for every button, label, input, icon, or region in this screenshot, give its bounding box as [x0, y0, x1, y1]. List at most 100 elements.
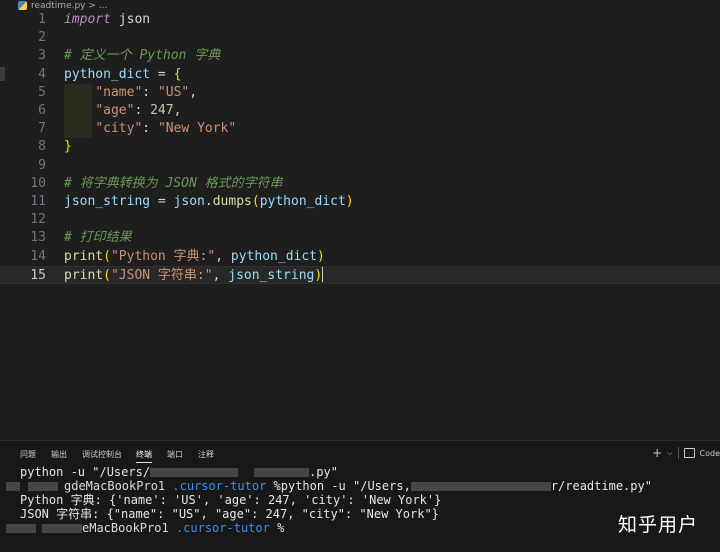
- code-text[interactable]: print("JSON 字符串:", json_string): [64, 266, 324, 285]
- tab-debug-console[interactable]: 调试控制台: [82, 449, 122, 460]
- code-text[interactable]: }: [64, 138, 72, 156]
- code-token: json: [173, 194, 205, 209]
- code-line[interactable]: 10 # 将字典转换为 JSON 格式的字符串: [0, 175, 720, 193]
- code-token: "New York": [157, 121, 237, 137]
- panel-actions: + ⌵ Code: [652, 446, 720, 460]
- text-cursor: [322, 266, 324, 282]
- tab-ports[interactable]: 端口: [167, 449, 183, 460]
- code-token: "JSON 字符串:": [110, 267, 213, 283]
- code-token: =: [150, 66, 174, 82]
- code-line[interactable]: 2: [0, 29, 720, 47]
- code-line[interactable]: 14 print("Python 字典:", python_dict): [0, 248, 720, 266]
- redacted-user: [42, 524, 82, 533]
- code-token: :: [142, 84, 158, 100]
- code-token: python_dict: [230, 248, 317, 264]
- tab-output[interactable]: 输出: [51, 449, 67, 460]
- code-token: # 将字典转换为 JSON 格式的字符串: [64, 175, 283, 191]
- code-token: # 打印结果: [64, 230, 132, 246]
- code-token: 247: [150, 103, 174, 118]
- code-text[interactable]: "age": 247,: [64, 102, 181, 120]
- code-text[interactable]: print("Python 字典:", python_dict): [64, 248, 325, 266]
- line-number: 12: [30, 212, 46, 228]
- code-token: dumps: [212, 194, 252, 209]
- line-number: 9: [38, 157, 46, 173]
- panel-tabs: 问题 输出 调试控制台 终端 端口 注释: [0, 441, 720, 465]
- breadcrumb-text[interactable]: readtime.py > ...: [31, 1, 107, 11]
- code-line[interactable]: 3 # 定义一个 Python 字典: [0, 47, 720, 65]
- line-number: 6: [38, 103, 46, 118]
- code-token: json: [110, 12, 151, 27]
- code-token: }: [64, 139, 72, 155]
- terminal-text: python -u "/Users/: [20, 465, 151, 479]
- redacted-path: [410, 482, 551, 491]
- code-text[interactable]: # 定义一个 Python 字典: [64, 47, 220, 65]
- breadcrumb[interactable]: readtime.py > ...: [0, 0, 720, 11]
- code-line[interactable]: 12: [0, 211, 720, 229]
- line-number: 4: [38, 66, 46, 82]
- terminal-name[interactable]: Code: [700, 449, 720, 458]
- code-text[interactable]: "city": "New York": [64, 120, 236, 138]
- line-number: 2: [38, 30, 46, 46]
- code-line[interactable]: 6 "age": 247,: [0, 102, 720, 120]
- chevron-down-icon[interactable]: ⌵: [667, 449, 672, 458]
- redacted-path: [254, 468, 310, 477]
- code-line[interactable]: 4 python_dict = {: [0, 66, 720, 84]
- code-token: :: [142, 121, 158, 137]
- code-token: "city": [95, 121, 143, 137]
- line-number: 5: [38, 84, 46, 100]
- terminal-command: %python -u "/Users,: [266, 479, 411, 493]
- code-text[interactable]: # 打印结果: [64, 229, 132, 247]
- divider: [677, 447, 679, 459]
- code-editor[interactable]: 1 import json 2 3 # 定义一个 Python 字典 4 python_di…: [0, 11, 720, 440]
- code-line[interactable]: 11 json_string = json.dumps(python_dict): [0, 193, 720, 211]
- line-number: 14: [30, 248, 46, 264]
- line-number: 8: [38, 139, 46, 155]
- code-token: "age": [95, 103, 135, 118]
- bottom-panel: 问题 输出 调试控制台 终端 端口 注释 + ⌵ Code python -u …: [0, 440, 720, 552]
- code-token: =: [150, 194, 174, 209]
- code-token: python_dict: [259, 194, 346, 209]
- redacted-user: [6, 482, 20, 491]
- code-text[interactable]: json_string = json.dumps(python_dict): [64, 193, 354, 211]
- code-token: ): [345, 194, 354, 209]
- line-number: 10: [30, 175, 46, 191]
- watermark: 知乎用户: [617, 514, 698, 536]
- tab-comments[interactable]: 注释: [198, 449, 214, 460]
- code-token: "Python 字典:": [110, 248, 216, 264]
- code-text[interactable]: "name": "US",: [64, 84, 197, 102]
- code-line[interactable]: 13 # 打印结果: [0, 229, 720, 247]
- code-line[interactable]: 1 import json: [0, 11, 720, 29]
- redacted-user: [6, 524, 36, 533]
- terminal-prompt: %: [269, 521, 285, 535]
- tab-terminal[interactable]: 终端: [136, 449, 152, 463]
- terminal-icon[interactable]: [683, 448, 695, 458]
- add-terminal-icon[interactable]: +: [652, 446, 662, 460]
- code-line[interactable]: 9: [0, 157, 720, 175]
- code-line[interactable]: 15 print("JSON 字符串:", json_string): [0, 265, 720, 285]
- code-token: # 定义一个 Python 字典: [64, 48, 221, 64]
- tab-problems[interactable]: 问题: [20, 449, 36, 460]
- code-text[interactable]: # 将字典转换为 JSON 格式的字符串: [64, 175, 283, 193]
- line-number: 1: [38, 12, 46, 27]
- code-token: (: [103, 248, 111, 264]
- code-token: .: [204, 194, 213, 209]
- code-text[interactable]: import json: [64, 11, 150, 29]
- code-line[interactable]: 8}: [0, 138, 720, 156]
- code-token: "name": [95, 84, 143, 100]
- code-text[interactable]: python_dict = {: [64, 66, 181, 84]
- code-token: json_string: [228, 267, 315, 283]
- code-token: {: [173, 66, 182, 82]
- code-token: print: [64, 248, 104, 264]
- code-token: ,: [173, 103, 182, 118]
- code-token: python_dict: [64, 66, 151, 82]
- code-token: (: [251, 194, 260, 209]
- terminal-line-3: Python 字典: {'name': 'US', 'age': 247, 'c…: [20, 493, 442, 507]
- terminal-line-4: JSON 字符串: {"name": "US", "age": 247, "ci…: [20, 507, 439, 521]
- code-line[interactable]: 7 "city": "New York": [0, 120, 720, 139]
- code-token: "US": [157, 84, 190, 100]
- code-line[interactable]: 5 "name": "US",: [0, 83, 720, 102]
- terminal-line-5: eMacBookPro1 .cursor-tutor %: [6, 521, 285, 535]
- code-token: :: [134, 103, 151, 118]
